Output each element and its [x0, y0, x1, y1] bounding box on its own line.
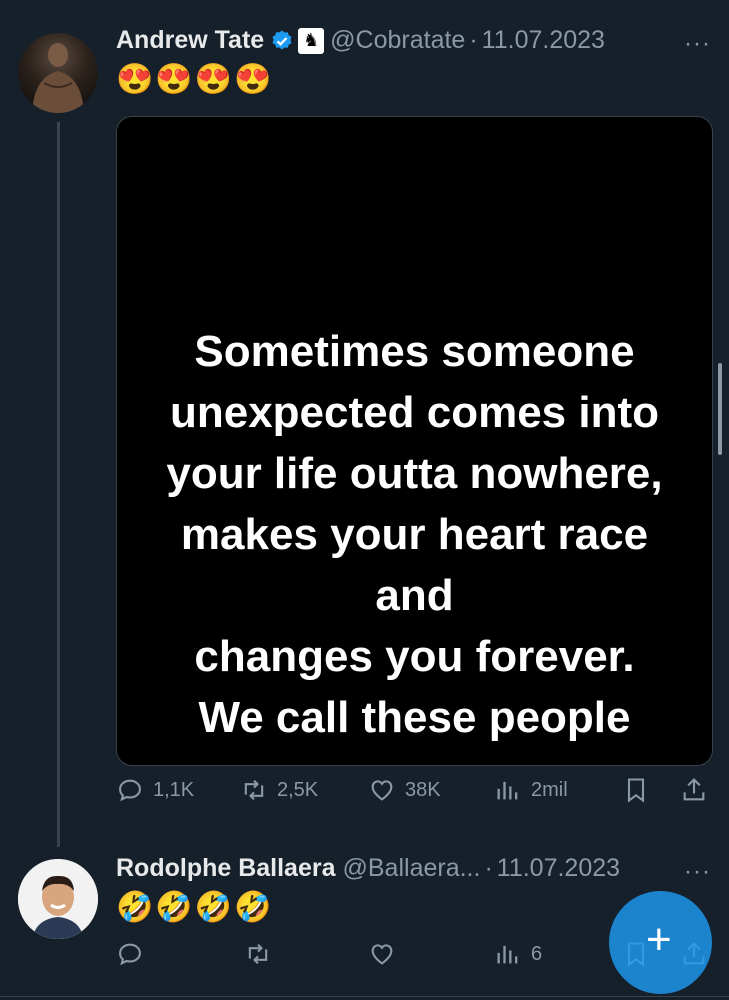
avatar-face-icon [18, 859, 98, 939]
tweet-image[interactable]: Sometimes someone unexpected comes into … [116, 116, 713, 766]
reply-button[interactable] [116, 940, 144, 968]
tweet-header: Rodolphe Ballaera @Ballaera... · 11.07.2… [116, 854, 620, 883]
share-button[interactable] [680, 776, 708, 804]
avatar-figure-icon [32, 43, 84, 113]
like-icon [371, 780, 393, 801]
author-handle[interactable]: @Cobratate [330, 26, 465, 55]
tweet-action-bar: 1,1K 2,5K 38K 2mil [116, 776, 711, 816]
tweet-date[interactable]: 11.07.2023 [482, 26, 605, 55]
reply-icon [119, 943, 141, 966]
tweet-date[interactable]: 11.07.2023 [497, 854, 620, 883]
views-icon [497, 781, 518, 800]
reply-button[interactable]: 1,1K [116, 776, 194, 804]
share-icon [683, 778, 705, 801]
like-icon [371, 944, 393, 965]
reply-icon [119, 779, 141, 802]
affiliate-knight-icon[interactable]: ♞ [298, 27, 325, 54]
views-button[interactable]: 2mil [494, 776, 568, 804]
reply-count: 1,1K [153, 778, 195, 801]
bookmark-button[interactable] [622, 776, 650, 804]
compose-plus-icon[interactable]: + [646, 918, 672, 962]
retweet-count: 2,5K [277, 778, 319, 801]
retweet-button[interactable] [244, 940, 272, 968]
tweet-header: Andrew Tate ♞ @Cobratate · 11.07.2023 [116, 26, 605, 55]
author-name[interactable]: Andrew Tate [116, 26, 264, 55]
avatar-rodolphe-ballaera[interactable] [18, 859, 98, 939]
more-icon[interactable]: ··· [684, 30, 711, 58]
retweet-icon [248, 943, 268, 965]
header-separator: · [484, 854, 493, 882]
views-count: 6 [531, 942, 543, 965]
tweet-text: 🤣🤣🤣🤣 [116, 891, 274, 924]
more-icon[interactable]: ··· [684, 858, 711, 886]
like-button[interactable] [368, 940, 396, 968]
views-button[interactable]: 6 [494, 940, 542, 968]
author-name[interactable]: Rodolphe Ballaera [116, 854, 336, 883]
tweet-text: 😍😍😍😍 [116, 63, 274, 96]
verified-badge-icon [272, 30, 292, 49]
avatar-andrew-tate[interactable] [18, 33, 98, 113]
views-count: 2mil [531, 778, 568, 801]
author-handle[interactable]: @Ballaera... [343, 854, 481, 883]
image-quote-text: Sometimes someone unexpected comes into … [166, 327, 663, 765]
like-button[interactable]: 38K [368, 776, 441, 804]
header-separator: · [469, 26, 478, 54]
like-count: 38K [405, 778, 441, 801]
scrollbar[interactable] [718, 363, 722, 455]
views-icon [497, 945, 518, 964]
retweet-button[interactable]: 2,5K [240, 776, 318, 804]
bottom-divider [0, 996, 729, 997]
bookmark-icon [627, 778, 645, 803]
retweet-icon [244, 779, 264, 801]
thread-connector-line [57, 122, 60, 847]
